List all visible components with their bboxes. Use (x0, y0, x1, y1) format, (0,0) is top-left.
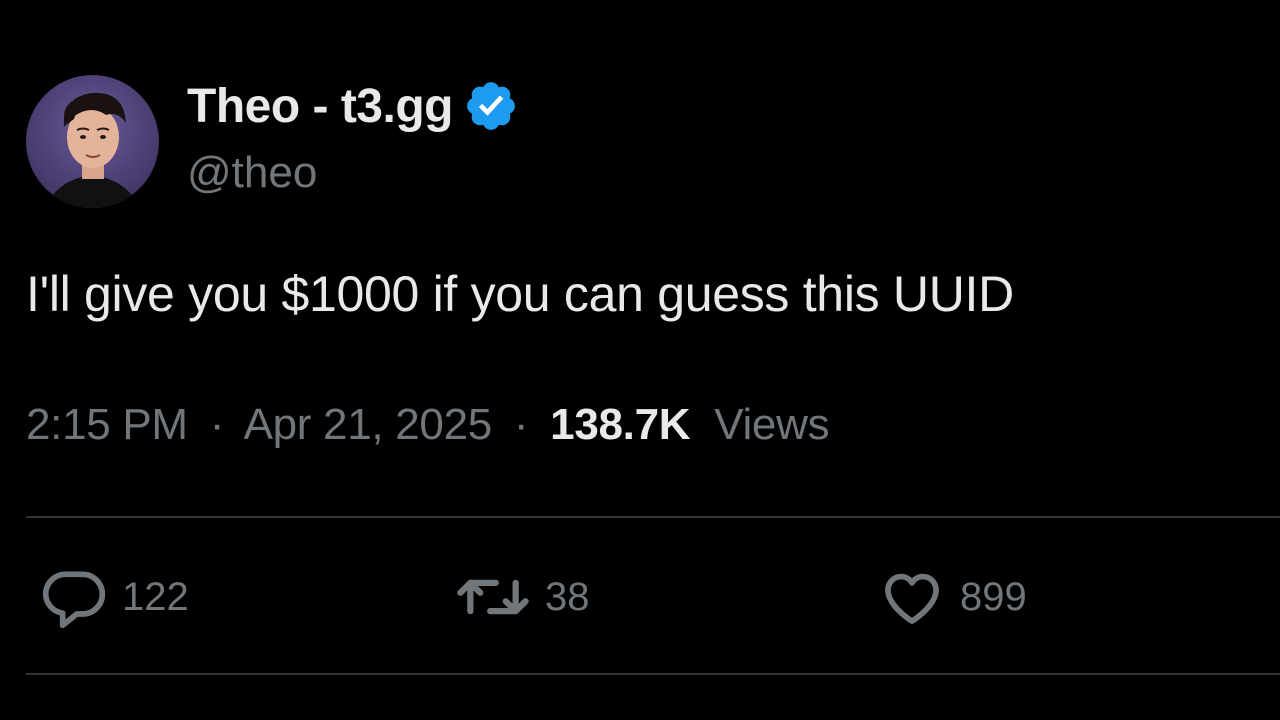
retweet-button[interactable]: 38 (455, 562, 590, 632)
display-name[interactable]: Theo - t3.gg (187, 78, 519, 134)
display-name-text: Theo - t3.gg (187, 79, 453, 133)
tweet-card: Theo - t3.gg @theo I'll give you $1000 i… (0, 0, 1280, 720)
tweet-time[interactable]: 2:15 PM (26, 400, 188, 449)
meta-separator: · (209, 400, 225, 449)
tweet-text: I'll give you $1000 if you can guess thi… (26, 266, 1014, 322)
like-count: 899 (960, 574, 1027, 619)
divider-bottom (26, 673, 1280, 675)
heart-icon (885, 573, 939, 624)
views-count: 138.7K (550, 400, 691, 449)
retweet-count: 38 (545, 574, 590, 619)
like-button[interactable]: 899 (878, 562, 1027, 632)
reply-count: 122 (122, 574, 189, 619)
meta-separator-2: · (513, 400, 529, 449)
tweet-date[interactable]: Apr 21, 2025 (244, 400, 493, 449)
retweet-icon (457, 579, 529, 615)
user-handle[interactable]: @theo (187, 148, 317, 198)
reply-icon (42, 571, 106, 629)
reply-button[interactable]: 122 (40, 562, 189, 632)
views-label: Views (714, 400, 830, 449)
verified-badge-icon (463, 78, 519, 134)
tweet-meta: 2:15 PM · Apr 21, 2025 · 138.7K Views (26, 400, 830, 450)
divider-top (26, 516, 1280, 518)
avatar[interactable] (26, 75, 159, 208)
